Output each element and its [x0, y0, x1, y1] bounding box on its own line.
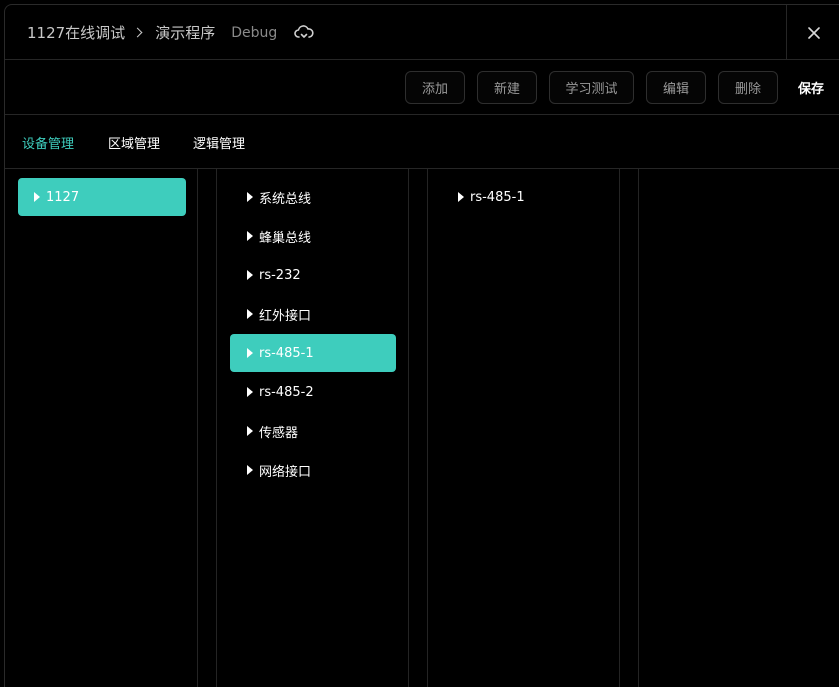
- column-divider: [619, 169, 620, 687]
- tree-item-bus[interactable]: 网络接口: [230, 451, 396, 489]
- delete-button[interactable]: 删除: [718, 71, 778, 104]
- close-button[interactable]: [786, 5, 839, 60]
- tree-item-bus[interactable]: 蜂巢总线: [230, 217, 396, 255]
- tree-item-label: 红外接口: [259, 308, 312, 324]
- tree-item-label: rs-485-1: [470, 189, 525, 205]
- app-window: 1127在线调试 演示程序 Debug 添加 新建 学习测试 编辑 删除 保存 …: [4, 4, 839, 687]
- add-button[interactable]: 添加: [405, 71, 465, 104]
- header-bar: 1127在线调试 演示程序 Debug: [5, 5, 839, 60]
- caret-right-icon: [247, 348, 253, 358]
- caret-right-icon: [458, 192, 464, 202]
- tab-bar: 设备管理 区域管理 逻辑管理: [5, 115, 839, 169]
- edit-button[interactable]: 编辑: [646, 71, 706, 104]
- caret-right-icon: [247, 309, 253, 319]
- column-divider: [638, 169, 639, 687]
- tree-item-label: rs-485-1: [259, 345, 314, 361]
- caret-right-icon: [34, 192, 40, 202]
- tab-device-management[interactable]: 设备管理: [22, 115, 74, 169]
- tree-item-label: 系统总线: [259, 191, 312, 207]
- tab-logic-management[interactable]: 逻辑管理: [193, 115, 245, 169]
- caret-right-icon: [247, 465, 253, 475]
- tree-item-label: rs-232: [259, 267, 301, 283]
- tree-item-bus[interactable]: rs-232: [230, 256, 396, 294]
- chevron-right-icon: [132, 27, 143, 38]
- column-divider: [197, 169, 198, 687]
- close-icon: [807, 26, 820, 39]
- tree-item-label: rs-485-2: [259, 384, 314, 400]
- caret-right-icon: [247, 192, 253, 202]
- learn-test-button[interactable]: 学习测试: [549, 71, 634, 104]
- tree-item-bus[interactable]: 传感器: [230, 412, 396, 450]
- debug-badge: Debug: [231, 24, 278, 41]
- tree-item-bus[interactable]: 系统总线: [230, 178, 396, 216]
- tree-item-bus-selected[interactable]: rs-485-1: [230, 334, 396, 372]
- caret-right-icon: [247, 270, 253, 280]
- tree-item-label: 蜂巢总线: [259, 230, 312, 246]
- cloud-sync-icon[interactable]: [293, 24, 315, 42]
- tree-item-device-1127[interactable]: 1127: [18, 178, 186, 216]
- tree-item-child[interactable]: rs-485-1: [441, 178, 607, 216]
- breadcrumb: 1127在线调试 演示程序 Debug: [27, 5, 315, 60]
- save-button[interactable]: 保存: [798, 71, 824, 104]
- breadcrumb-current: 演示程序: [155, 24, 216, 42]
- tree-item-label: 网络接口: [259, 464, 312, 480]
- caret-right-icon: [247, 387, 253, 397]
- tree-item-label: 1127: [46, 189, 80, 205]
- caret-right-icon: [247, 231, 253, 241]
- column-divider: [427, 169, 428, 687]
- column-divider: [216, 169, 217, 687]
- tree-item-bus[interactable]: 红外接口: [230, 295, 396, 333]
- column-divider: [408, 169, 409, 687]
- tree-item-bus[interactable]: rs-485-2: [230, 373, 396, 411]
- tree-item-label: 传感器: [259, 425, 299, 441]
- new-button[interactable]: 新建: [477, 71, 537, 104]
- breadcrumb-root[interactable]: 1127在线调试: [27, 22, 125, 43]
- tab-area-management[interactable]: 区域管理: [108, 115, 160, 169]
- caret-right-icon: [247, 426, 253, 436]
- toolbar: 添加 新建 学习测试 编辑 删除 保存: [5, 60, 839, 115]
